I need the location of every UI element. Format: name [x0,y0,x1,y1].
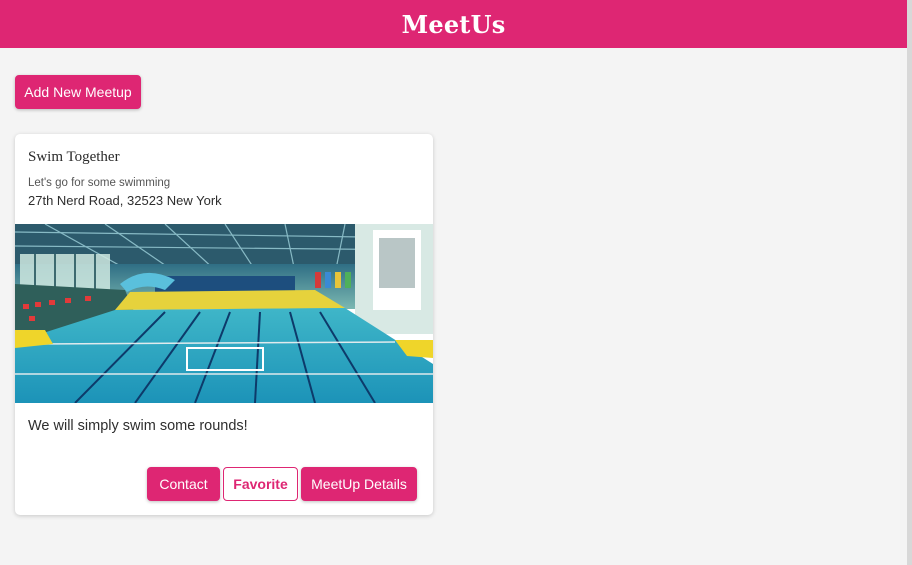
app-title: MeetUs [401,9,506,39]
contact-button[interactable]: Contact [147,467,220,501]
page-scrollbar[interactable] [907,0,912,565]
meetup-details-button[interactable]: MeetUp Details [301,467,417,501]
meetup-address: 27th Nerd Road, 32523 New York [28,193,222,208]
meetup-image [15,224,433,403]
favorite-button[interactable]: Favorite [223,467,298,501]
meetup-description: We will simply swim some rounds! [28,418,248,434]
app-header: MeetUs [0,0,907,48]
meetup-actions: Contact Favorite MeetUp Details [147,467,417,501]
meetup-card: Swim Together Let's go for some swimming… [15,134,433,515]
add-meetup-button[interactable]: Add New Meetup [15,75,141,109]
meetup-subtitle: Let's go for some swimming [28,177,171,189]
meetup-title: Swim Together [28,149,120,165]
